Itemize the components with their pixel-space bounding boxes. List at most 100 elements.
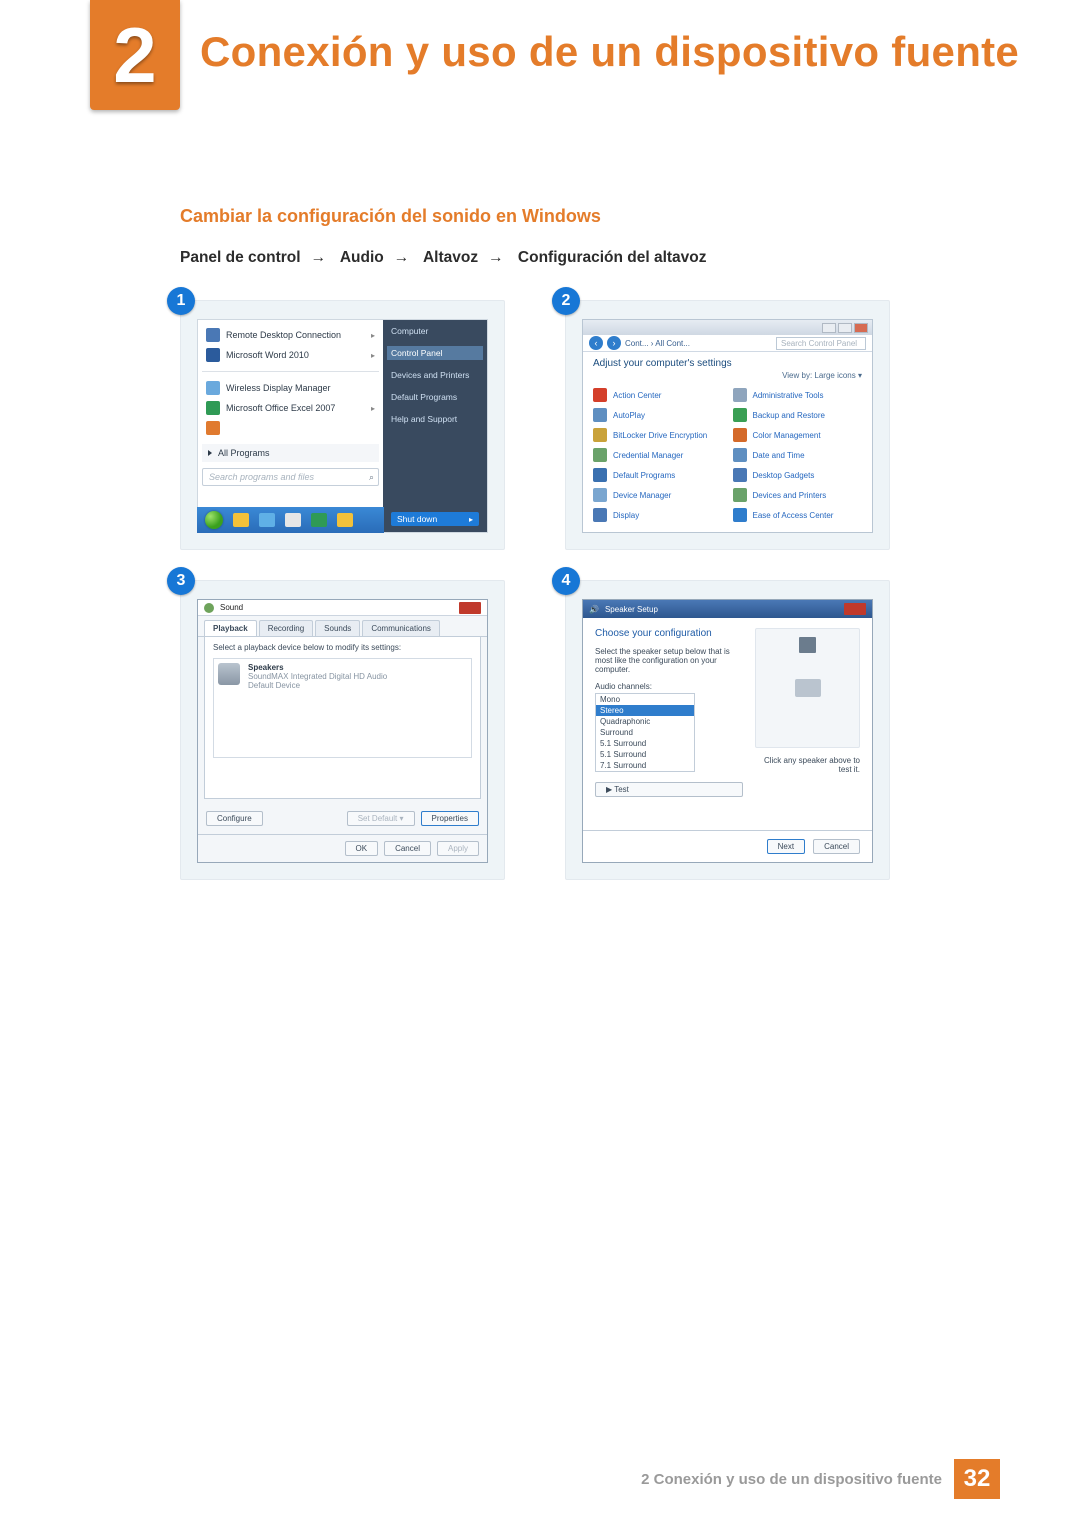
cp-item[interactable]: AutoPlay: [593, 408, 723, 422]
start-program[interactable]: Microsoft Office Excel 2007▸: [202, 398, 379, 418]
taskbar-icon[interactable]: [285, 513, 301, 527]
wizard-tip: Click any speaker above to test it.: [755, 756, 860, 774]
cp-item[interactable]: Default Programs: [593, 468, 723, 482]
speaker-icon: [218, 663, 240, 685]
start-link[interactable]: Default Programs: [391, 392, 479, 402]
taskbar-icon[interactable]: [311, 513, 327, 527]
start-link[interactable]: Devices and Printers: [391, 370, 479, 380]
cp-item[interactable]: Desktop Gadgets: [733, 468, 863, 482]
autoplay-icon: [593, 408, 607, 422]
panel-start-menu: 1 Remote Desktop Connection▸ Microsoft W…: [180, 300, 505, 550]
program-icon: [206, 328, 220, 342]
start-right-pane: Computer Control Panel Devices and Print…: [383, 320, 487, 532]
cp-heading: Adjust your computer's settings: [583, 352, 872, 371]
configure-button[interactable]: Configure: [206, 811, 263, 826]
cp-item[interactable]: Display: [593, 508, 723, 522]
cp-item[interactable]: Ease of Access Center: [733, 508, 863, 522]
cp-item[interactable]: Color Management: [733, 428, 863, 442]
cp-item[interactable]: Action Center: [593, 388, 723, 402]
cp-item[interactable]: Administrative Tools: [733, 388, 863, 402]
step-badge: 4: [552, 567, 580, 595]
cp-item[interactable]: BitLocker Drive Encryption: [593, 428, 723, 442]
next-button[interactable]: Next: [767, 839, 805, 854]
cancel-button[interactable]: Cancel: [813, 839, 860, 854]
step-badge: 1: [167, 287, 195, 315]
start-link[interactable]: Help and Support: [391, 414, 479, 424]
start-search[interactable]: Search programs and files⌕: [202, 468, 379, 486]
taskbar-icon[interactable]: [337, 513, 353, 527]
channel-option[interactable]: Stereo: [596, 705, 694, 716]
chapter-badge: 2: [90, 0, 180, 110]
device-item[interactable]: Speakers SoundMAX Integrated Digital HD …: [218, 663, 467, 690]
chapter-title: Conexión y uso de un dispositivo fuente: [200, 28, 1019, 76]
close-button[interactable]: [854, 323, 868, 333]
dialog-titlebar: Sound: [198, 600, 487, 616]
all-programs[interactable]: All Programs: [202, 444, 379, 462]
start-program[interactable]: Remote Desktop Connection▸: [202, 325, 379, 345]
device-sub: SoundMAX Integrated Digital HD Audio: [248, 672, 387, 681]
bitlocker-icon: [593, 428, 607, 442]
tab-recording[interactable]: Recording: [259, 620, 313, 636]
tab-playback[interactable]: Playback: [204, 620, 257, 636]
speaker-diagram: [755, 628, 860, 748]
cp-item[interactable]: Devices and Printers: [733, 488, 863, 502]
minimize-button[interactable]: [822, 323, 836, 333]
close-button[interactable]: [844, 603, 866, 615]
set-default-button[interactable]: Set Default ▾: [347, 811, 415, 826]
back-button[interactable]: ‹: [589, 336, 603, 350]
speaker-icon: 🔊: [589, 605, 599, 614]
taskbar: [197, 507, 384, 533]
cp-item[interactable]: Backup and Restore: [733, 408, 863, 422]
channels-label: Audio channels:: [595, 682, 743, 691]
program-icon: [206, 401, 220, 415]
step-badge: 2: [552, 287, 580, 315]
tab-communications[interactable]: Communications: [362, 620, 440, 636]
properties-button[interactable]: Properties: [421, 811, 479, 826]
cp-item[interactable]: Device Manager: [593, 488, 723, 502]
channel-option[interactable]: 7.1 Surround: [596, 760, 694, 771]
channel-option[interactable]: Quadraphonic: [596, 716, 694, 727]
taskbar-icon[interactable]: [259, 513, 275, 527]
taskbar-icon[interactable]: [233, 513, 249, 527]
ok-button[interactable]: OK: [345, 841, 379, 856]
device-manager-icon: [593, 488, 607, 502]
start-program[interactable]: Microsoft Word 2010▸: [202, 345, 379, 365]
channel-option[interactable]: Mono: [596, 694, 694, 705]
section-heading: Cambiar la configuración del sonido en W…: [180, 206, 970, 227]
cp-search[interactable]: Search Control Panel: [776, 337, 866, 350]
tab-sounds[interactable]: Sounds: [315, 620, 360, 636]
channel-option[interactable]: 5.1 Surround: [596, 738, 694, 749]
control-panel-window: ‹ › Cont... › All Cont... Search Control…: [582, 319, 873, 533]
program-icon: [206, 421, 220, 435]
color-icon: [733, 428, 747, 442]
breadcrumb[interactable]: Cont... › All Cont...: [625, 339, 772, 348]
maximize-button[interactable]: [838, 323, 852, 333]
sound-icon: [204, 603, 214, 613]
start-link[interactable]: Computer: [391, 326, 479, 336]
viewby-menu[interactable]: View by: Large icons ▾: [583, 371, 872, 384]
device-list[interactable]: Speakers SoundMAX Integrated Digital HD …: [213, 658, 472, 758]
cp-item[interactable]: Credential Manager: [593, 448, 723, 462]
caret-right-icon: [208, 450, 212, 456]
shutdown-button[interactable]: Shut down▸: [391, 512, 479, 526]
start-program[interactable]: Wireless Display Manager: [202, 378, 379, 398]
credential-icon: [593, 448, 607, 462]
channels-list[interactable]: Mono Stereo Quadraphonic Surround 5.1 Su…: [595, 693, 695, 772]
test-button[interactable]: ▶ Test: [595, 782, 743, 797]
apply-button[interactable]: Apply: [437, 841, 479, 856]
path-step: Configuración del altavoz: [518, 249, 707, 266]
start-orb-icon[interactable]: [205, 511, 223, 529]
right-speaker-icon[interactable]: [799, 637, 809, 653]
channel-option[interactable]: Surround: [596, 727, 694, 738]
cp-item[interactable]: Date and Time: [733, 448, 863, 462]
cancel-button[interactable]: Cancel: [384, 841, 431, 856]
chapter-number: 2: [113, 10, 156, 101]
close-button[interactable]: [459, 602, 481, 614]
start-program[interactable]: [202, 418, 379, 438]
address-bar: ‹ › Cont... › All Cont... Search Control…: [583, 335, 872, 352]
panel-sound-dialog: 3 Sound Playback Recording Sounds Commun…: [180, 580, 505, 880]
forward-button[interactable]: ›: [607, 336, 621, 350]
start-link-control-panel[interactable]: Control Panel: [387, 346, 483, 360]
page-footer: 2 Conexión y uso de un dispositivo fuent…: [0, 1459, 1080, 1499]
channel-option[interactable]: 5.1 Surround: [596, 749, 694, 760]
